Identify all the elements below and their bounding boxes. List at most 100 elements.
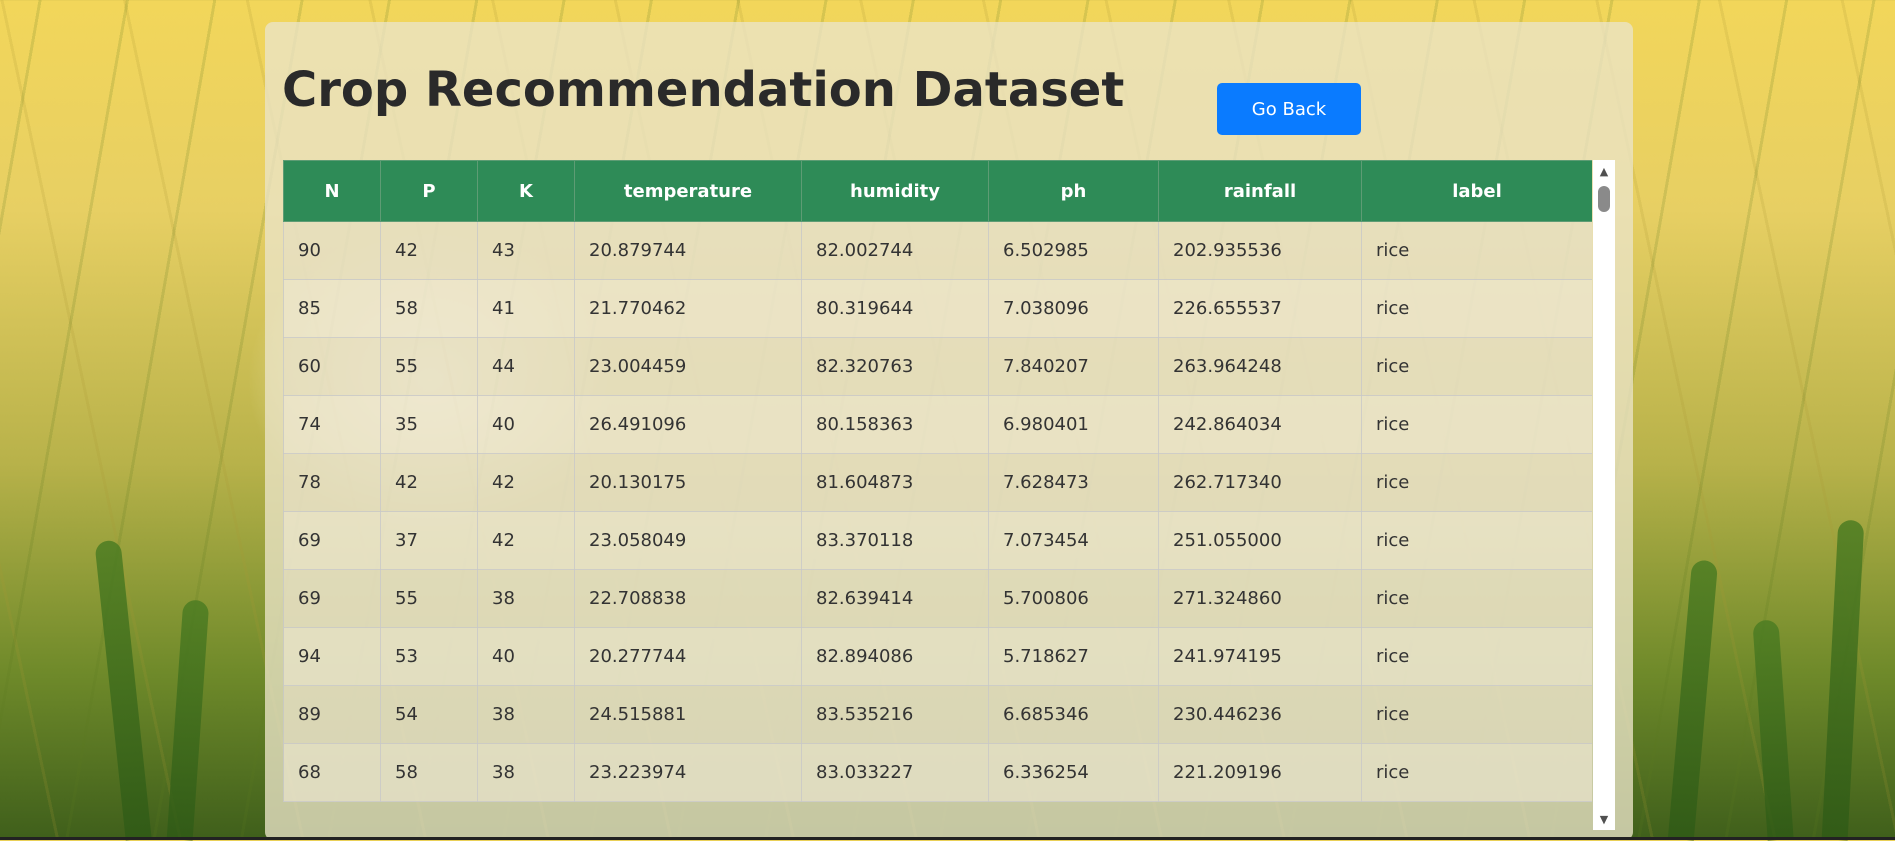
table-cell-label: rice — [1361, 279, 1592, 338]
table-cell-rainfall: 226.655537 — [1158, 279, 1362, 338]
table-cell-humidity: 82.894086 — [801, 627, 989, 686]
table-cell-rainfall: 262.717340 — [1158, 453, 1362, 512]
table-cell-k: 42 — [477, 511, 575, 570]
table-cell-rainfall: 230.446236 — [1158, 685, 1362, 744]
table-row: 69 37 42 23.058049 83.370118 7.073454 251.0550… — [283, 511, 1592, 570]
table-cell-n: 69 — [283, 569, 381, 628]
table-cell-rainfall: 221.209196 — [1158, 743, 1362, 802]
table-cell-n: 94 — [283, 627, 381, 686]
table-cell-rainfall: 263.964248 — [1158, 337, 1362, 396]
table-cell-p: 42 — [380, 221, 478, 280]
table-cell-n: 74 — [283, 395, 381, 454]
table-scrollbar[interactable]: ▲ ▼ — [1593, 160, 1615, 830]
table-cell-ph: 6.980401 — [988, 395, 1159, 454]
table-cell-humidity: 82.320763 — [801, 337, 989, 396]
table-cell-p: 53 — [380, 627, 478, 686]
table-cell-n: 60 — [283, 337, 381, 396]
table-cell-n: 78 — [283, 453, 381, 512]
table-cell-p: 58 — [380, 279, 478, 338]
table-cell-temperature: 20.277744 — [574, 627, 802, 686]
scroll-down-icon[interactable]: ▼ — [1593, 810, 1615, 828]
background-stalk — [1752, 619, 1794, 841]
table-cell-p: 35 — [380, 395, 478, 454]
table-cell-rainfall: 251.055000 — [1158, 511, 1362, 570]
table-cell-humidity: 83.033227 — [801, 743, 989, 802]
table-cell-k: 38 — [477, 743, 575, 802]
table-cell-k: 40 — [477, 395, 575, 454]
table-row: 85 58 41 21.770462 80.319644 7.038096 226.6555… — [283, 279, 1592, 338]
page-title: Crop Recommendation Dataset — [282, 62, 1125, 118]
table-body: 90 42 43 20.879744 82.002744 6.502985 202.9355… — [283, 221, 1592, 802]
table-row: 69 55 38 22.708838 82.639414 5.700806 271.3248… — [283, 569, 1592, 628]
table-cell-ph: 7.073454 — [988, 511, 1159, 570]
scrollbar-thumb[interactable] — [1598, 186, 1610, 212]
table-cell-temperature: 20.879744 — [574, 221, 802, 280]
table-cell-label: rice — [1361, 221, 1592, 280]
column-header-p[interactable]: P — [380, 160, 478, 222]
table-cell-p: 55 — [380, 337, 478, 396]
column-header-humidity[interactable]: humidity — [801, 160, 989, 222]
column-header-temperature[interactable]: temperature — [574, 160, 802, 222]
table-cell-humidity: 82.639414 — [801, 569, 989, 628]
table-row: 89 54 38 24.515881 83.535216 6.685346 230.4462… — [283, 685, 1592, 744]
table-cell-label: rice — [1361, 511, 1592, 570]
table-cell-p: 55 — [380, 569, 478, 628]
background-stalk — [1667, 559, 1719, 841]
column-header-rainfall[interactable]: rainfall — [1158, 160, 1362, 222]
table-cell-temperature: 20.130175 — [574, 453, 802, 512]
dataset-table: N P K temperature humidity ph rainfall l… — [283, 160, 1592, 802]
table-cell-k: 38 — [477, 569, 575, 628]
table-cell-temperature: 23.223974 — [574, 743, 802, 802]
table-cell-n: 69 — [283, 511, 381, 570]
table-cell-temperature: 21.770462 — [574, 279, 802, 338]
table-row: 90 42 43 20.879744 82.002744 6.502985 202.9355… — [283, 221, 1592, 280]
table-cell-label: rice — [1361, 627, 1592, 686]
table-cell-ph: 5.700806 — [988, 569, 1159, 628]
table-cell-n: 89 — [283, 685, 381, 744]
table-cell-ph: 5.718627 — [988, 627, 1159, 686]
column-header-ph[interactable]: ph — [988, 160, 1159, 222]
table-cell-label: rice — [1361, 453, 1592, 512]
table-cell-humidity: 83.535216 — [801, 685, 989, 744]
scroll-up-icon[interactable]: ▲ — [1593, 162, 1615, 180]
table-cell-k: 38 — [477, 685, 575, 744]
background-stalk — [94, 539, 152, 841]
table-cell-ph: 6.336254 — [988, 743, 1159, 802]
table-cell-humidity: 82.002744 — [801, 221, 989, 280]
table-cell-n: 90 — [283, 221, 381, 280]
table-cell-temperature: 24.515881 — [574, 685, 802, 744]
column-header-k[interactable]: K — [477, 160, 575, 222]
table-row: 94 53 40 20.277744 82.894086 5.718627 241.9741… — [283, 627, 1592, 686]
table-cell-humidity: 80.319644 — [801, 279, 989, 338]
table-cell-p: 54 — [380, 685, 478, 744]
table-cell-label: rice — [1361, 395, 1592, 454]
go-back-button[interactable]: Go Back — [1217, 83, 1361, 135]
table-cell-ph: 6.685346 — [988, 685, 1159, 744]
table-cell-p: 42 — [380, 453, 478, 512]
table-cell-label: rice — [1361, 337, 1592, 396]
table-cell-rainfall: 271.324860 — [1158, 569, 1362, 628]
table-cell-rainfall: 241.974195 — [1158, 627, 1362, 686]
table-cell-p: 37 — [380, 511, 478, 570]
table-row: 78 42 42 20.130175 81.604873 7.628473 262.7173… — [283, 453, 1592, 512]
table-cell-p: 58 — [380, 743, 478, 802]
table-cell-rainfall: 202.935536 — [1158, 221, 1362, 280]
table-header-row: N P K temperature humidity ph rainfall l… — [283, 160, 1592, 222]
table-cell-temperature: 23.004459 — [574, 337, 802, 396]
table-cell-label: rice — [1361, 569, 1592, 628]
column-header-label[interactable]: label — [1361, 160, 1592, 222]
table-cell-temperature: 22.708838 — [574, 569, 802, 628]
dataset-table-container[interactable]: N P K temperature humidity ph rainfall l… — [283, 160, 1592, 830]
table-cell-ph: 7.038096 — [988, 279, 1159, 338]
table-cell-k: 43 — [477, 221, 575, 280]
column-header-n[interactable]: N — [283, 160, 381, 222]
table-cell-humidity: 81.604873 — [801, 453, 989, 512]
table-cell-n: 68 — [283, 743, 381, 802]
table-row: 74 35 40 26.491096 80.158363 6.980401 242.8640… — [283, 395, 1592, 454]
table-cell-ph: 7.628473 — [988, 453, 1159, 512]
table-cell-humidity: 80.158363 — [801, 395, 989, 454]
table-cell-k: 41 — [477, 279, 575, 338]
table-cell-k: 44 — [477, 337, 575, 396]
background-stalk — [1821, 519, 1865, 841]
background-stalk — [166, 599, 210, 841]
